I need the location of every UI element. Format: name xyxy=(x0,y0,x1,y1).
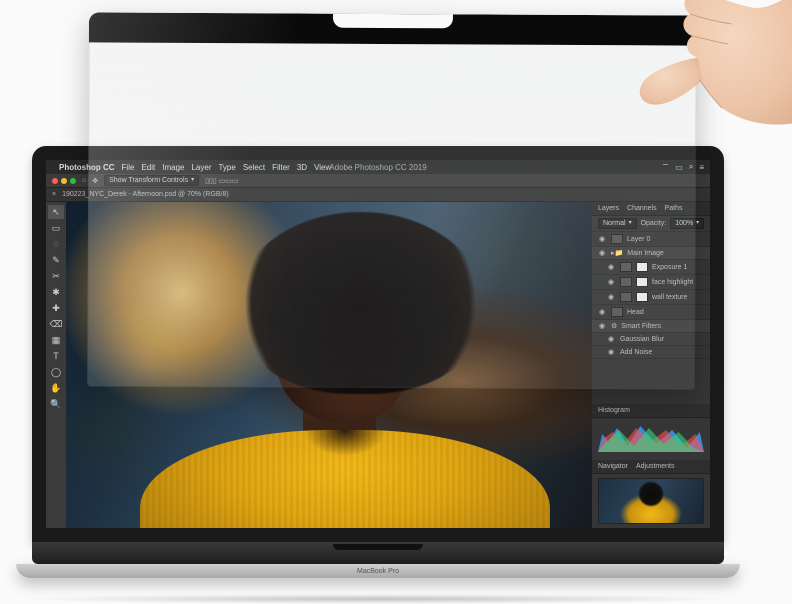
tool-heal[interactable]: ✱ xyxy=(48,285,64,299)
hand xyxy=(540,0,792,148)
tab-adjustments[interactable]: Adjustments xyxy=(636,463,675,470)
histogram-panel xyxy=(592,418,710,460)
laptop-hinge xyxy=(32,542,724,564)
close-icon[interactable] xyxy=(52,178,58,184)
tool-zoom[interactable]: 🔍 xyxy=(48,397,64,411)
shadow xyxy=(18,594,738,604)
tool-clone[interactable]: ✚ xyxy=(48,301,64,315)
menu-icon[interactable]: ≡ xyxy=(699,163,704,172)
laptop-label: MacBook Pro xyxy=(357,568,399,575)
tool-shape[interactable]: ◯ xyxy=(48,365,64,379)
tool-hand[interactable]: ✋ xyxy=(48,381,64,395)
tool-crop[interactable]: ✂ xyxy=(48,269,64,283)
tool-gradient[interactable]: ▦ xyxy=(48,333,64,347)
chevron-down-icon: ▾ xyxy=(696,218,699,229)
window-controls[interactable] xyxy=(52,178,76,184)
navigator-panel xyxy=(592,474,710,528)
tab-close-icon[interactable]: × xyxy=(52,191,56,198)
navigator-tab: Navigator Adjustments xyxy=(592,460,710,474)
home-icon[interactable]: ⌂ xyxy=(82,177,86,184)
tool-eraser[interactable]: ⌫ xyxy=(48,317,64,331)
tab-histogram[interactable]: Histogram xyxy=(598,407,630,414)
glare xyxy=(87,12,434,389)
laptop-base: MacBook Pro xyxy=(16,564,740,578)
zoom-icon[interactable] xyxy=(70,178,76,184)
tool-brush[interactable]: ✎ xyxy=(48,253,64,267)
tool-move[interactable]: ↖ xyxy=(48,205,64,219)
tool-palette: ↖ ▭ ◌ ✎ ✂ ✱ ✚ ⌫ ▦ T ◯ ✋ 🔍 xyxy=(46,202,66,528)
tool-type[interactable]: T xyxy=(48,349,64,363)
histogram-chart xyxy=(598,422,704,452)
tool-lasso[interactable]: ◌ xyxy=(48,237,64,251)
tool-marquee[interactable]: ▭ xyxy=(48,221,64,235)
histogram-tab: Histogram xyxy=(592,404,710,418)
tab-navigator[interactable]: Navigator xyxy=(598,463,628,470)
minimize-icon[interactable] xyxy=(61,178,67,184)
navigator-thumbnail[interactable] xyxy=(598,478,704,524)
